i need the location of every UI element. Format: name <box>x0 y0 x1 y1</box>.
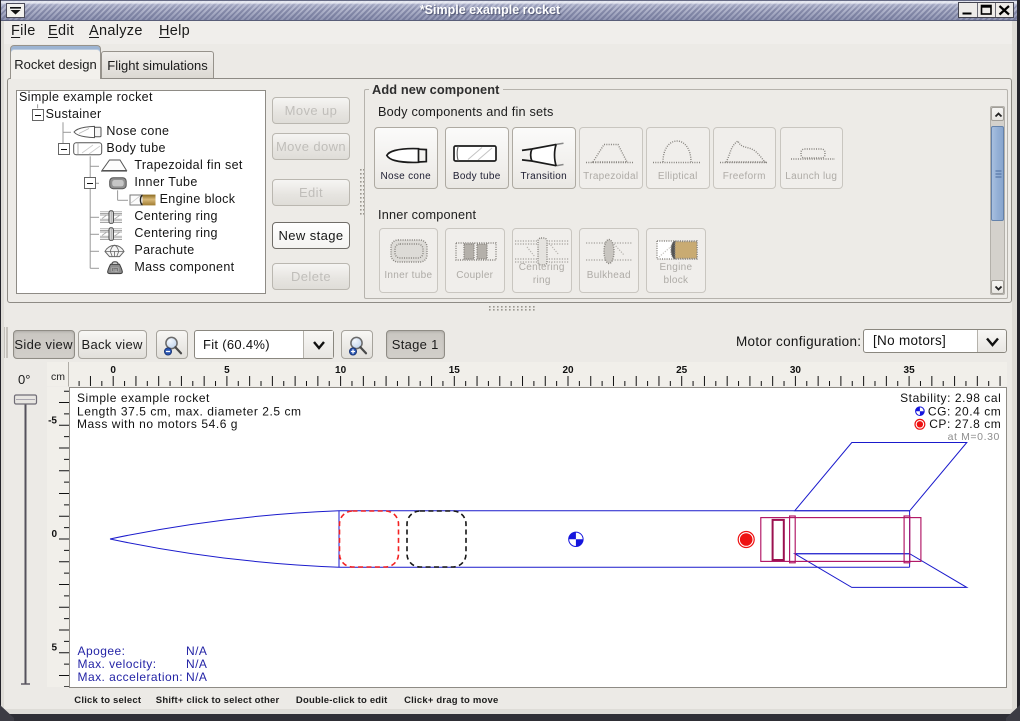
svg-text:20: 20 <box>562 365 574 376</box>
svg-text:at M=0.30: at M=0.30 <box>948 430 1000 442</box>
svg-text:0: 0 <box>110 365 116 376</box>
svg-text:Simple example rocket: Simple example rocket <box>77 391 210 405</box>
svg-text:cm: cm <box>51 371 65 383</box>
svg-text:Mass with no motors 54.6 g: Mass with no motors 54.6 g <box>77 417 238 431</box>
svg-text:25: 25 <box>676 365 688 376</box>
svg-text:Max. velocity:: Max. velocity: <box>78 656 157 670</box>
svg-text:N/A: N/A <box>186 669 207 683</box>
svg-text:Apogee:: Apogee: <box>78 643 126 657</box>
svg-text:N/A: N/A <box>186 656 207 670</box>
svg-text:Max. acceleration:: Max. acceleration: <box>78 669 183 683</box>
svg-text:5: 5 <box>51 642 57 653</box>
svg-text:5: 5 <box>224 365 230 376</box>
svg-text:15: 15 <box>449 365 461 376</box>
svg-text:35: 35 <box>904 365 916 376</box>
svg-text:0°: 0° <box>18 372 30 387</box>
svg-text:10: 10 <box>335 365 347 376</box>
svg-text:0: 0 <box>51 529 57 540</box>
svg-text:Stability: 2.98 cal: Stability: 2.98 cal <box>900 391 1001 405</box>
svg-text:N/A: N/A <box>186 643 207 657</box>
svg-text:CP: 27.8 cm: CP: 27.8 cm <box>929 417 1001 431</box>
svg-text:-5: -5 <box>48 415 57 426</box>
svg-text:30: 30 <box>790 365 802 376</box>
